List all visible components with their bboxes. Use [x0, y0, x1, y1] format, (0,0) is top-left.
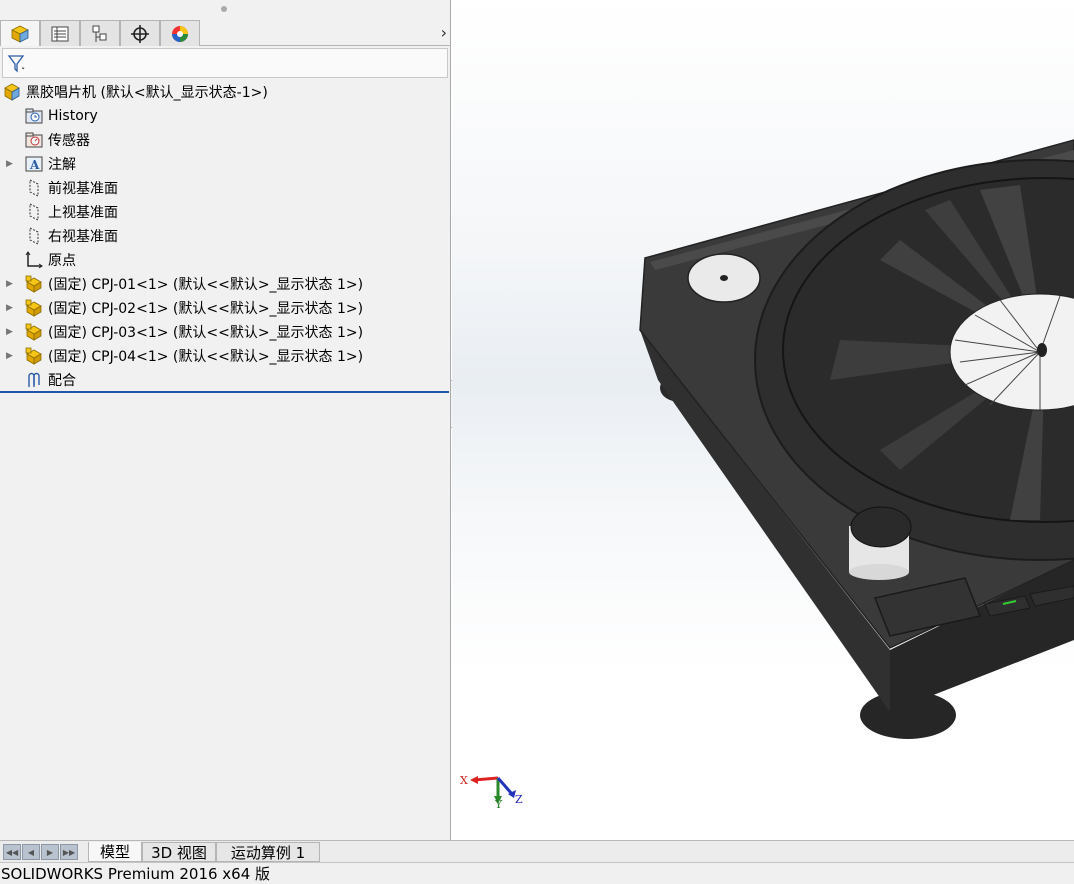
part-icon [25, 299, 43, 317]
svg-text:A: A [29, 158, 40, 172]
filter-icon[interactable] [7, 54, 29, 74]
tree-item-label: (固定) CPJ-03<1> (默认<<默认>_显示状态 1>) [48, 325, 364, 341]
tree-root-label: 黑胶唱片机 (默认<默认_显示状态-1>) [26, 85, 268, 101]
displaymanager-tab[interactable] [160, 20, 200, 46]
turntable-model[interactable] [452, 0, 1074, 840]
tree-item-label: 上视基准面 [48, 205, 118, 221]
expand-arrow-icon[interactable]: ▶ [6, 272, 14, 296]
start-knob-bottom [849, 564, 909, 580]
propertymanager-icon [51, 26, 69, 41]
first-tab-icon[interactable]: ◀◀ [3, 844, 21, 860]
expand-arrow-icon[interactable]: ▶ [6, 152, 14, 176]
status-text: SOLIDWORKS Premium 2016 x64 版 [1, 865, 271, 883]
tree-item-part-cpj03[interactable]: (固定) CPJ-03<1> (默认<<默认>_显示状态 1>) [25, 320, 363, 344]
tree-item-label: 右视基准面 [48, 229, 118, 245]
tree-item-label: 注解 [48, 157, 76, 173]
panel-split-handle[interactable] [221, 6, 227, 12]
tree-item-front-plane[interactable]: 前视基准面 [25, 176, 118, 200]
tree-item-right-plane[interactable]: 右视基准面 [25, 224, 118, 248]
part-icon [25, 347, 43, 365]
tree-root-assembly[interactable]: 黑胶唱片机 (默认<默认_显示状态-1>) [3, 80, 268, 104]
manager-tab-bar: › [0, 20, 451, 46]
expand-arrow-icon[interactable]: ▶ [6, 344, 14, 368]
triad-y-label: Y [495, 798, 503, 811]
spindle [1037, 343, 1047, 357]
dimxpert-tab[interactable] [120, 20, 160, 46]
tree-item-sensors[interactable]: 传感器 [25, 128, 90, 152]
tree-item-label: (固定) CPJ-01<1> (默认<<默认>_显示状态 1>) [48, 277, 364, 293]
configurationmanager-icon [92, 25, 107, 42]
tree-item-history[interactable]: History [25, 104, 98, 128]
origin-icon [25, 251, 43, 269]
featuremanager-tab[interactable] [0, 20, 40, 46]
triad-x-label: X [460, 774, 468, 787]
chevron-right-icon[interactable]: › [441, 23, 447, 42]
expand-arrow-icon[interactable]: ▶ [6, 296, 14, 320]
graphics-area[interactable]: X Y Z [452, 0, 1074, 840]
triad-z-label: Z [515, 793, 523, 806]
adapter-hole [720, 275, 728, 281]
next-tab-icon[interactable]: ▶ [41, 844, 59, 860]
assembly-icon [3, 83, 21, 101]
mates-icon [25, 371, 43, 389]
plane-icon [25, 203, 43, 221]
sensor-folder-icon [25, 131, 43, 149]
annotations-icon: A [25, 155, 43, 173]
color-wheel-icon [172, 25, 188, 42]
featuremanager-icon [11, 25, 29, 43]
tree-item-label: 传感器 [48, 133, 90, 149]
tree-item-part-cpj04[interactable]: (固定) CPJ-04<1> (默认<<默认>_显示状态 1>) [25, 344, 363, 368]
tree-filter-box[interactable] [2, 48, 448, 78]
tree-item-label: 配合 [48, 373, 76, 389]
part-icon [25, 323, 43, 341]
tree-item-origin[interactable]: 原点 [25, 248, 76, 272]
tree-item-mates[interactable]: 配合 [25, 368, 76, 392]
tree-item-label: 原点 [48, 253, 76, 269]
tree-item-part-cpj01[interactable]: (固定) CPJ-01<1> (默认<<默认>_显示状态 1>) [25, 272, 363, 296]
tree-item-label: 前视基准面 [48, 181, 118, 197]
status-bar: SOLIDWORKS Premium 2016 x64 版 [0, 862, 1074, 884]
tree-end-rollback-bar[interactable] [0, 391, 449, 393]
tab-motion-study[interactable]: 运动算例 1 [216, 842, 320, 862]
tree-item-part-cpj02[interactable]: (固定) CPJ-02<1> (默认<<默认>_显示状态 1>) [25, 296, 363, 320]
tree-item-top-plane[interactable]: 上视基准面 [25, 200, 118, 224]
view-orientation-triad [470, 776, 516, 804]
tree-item-label: History [48, 108, 98, 124]
bottom-tab-bar: ◀◀ ◀ ▶ ▶▶ 模型 3D 视图 运动算例 1 [0, 840, 1074, 862]
plane-icon [25, 227, 43, 245]
tab-model[interactable]: 模型 [88, 842, 142, 862]
crosshair-icon [131, 24, 149, 43]
history-folder-icon [25, 107, 43, 125]
tab-3d-view[interactable]: 3D 视图 [142, 842, 216, 862]
tree-item-label: (固定) CPJ-02<1> (默认<<默认>_显示状态 1>) [48, 301, 364, 317]
expand-arrow-icon[interactable]: ▶ [6, 320, 14, 344]
feature-manager-panel: › 黑胶唱片机 (默认<默认_显示状态-1>) History 传感器 ▶ A … [0, 0, 451, 840]
prev-tab-icon[interactable]: ◀ [22, 844, 40, 860]
part-icon [25, 275, 43, 293]
configurationmanager-tab[interactable] [80, 20, 120, 46]
last-tab-icon[interactable]: ▶▶ [60, 844, 78, 860]
start-knob-top [850, 506, 912, 548]
plane-icon [25, 179, 43, 197]
tree-item-annotations[interactable]: A 注解 [25, 152, 76, 176]
propertymanager-tab[interactable] [40, 20, 80, 46]
tree-item-label: (固定) CPJ-04<1> (默认<<默认>_显示状态 1>) [48, 349, 364, 365]
